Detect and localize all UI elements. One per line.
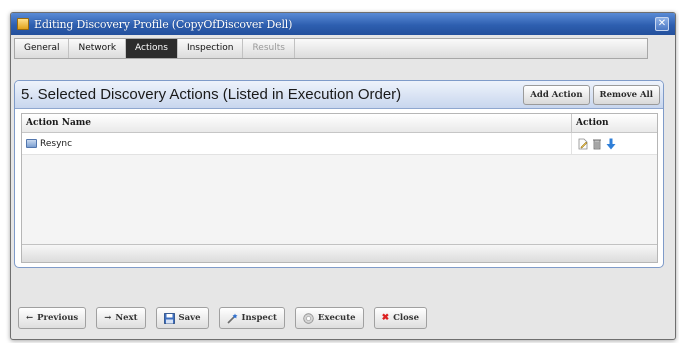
wand-icon	[226, 313, 238, 324]
window-title: Editing Discovery Profile (CopyOfDiscove…	[34, 17, 293, 31]
previous-label: Previous	[37, 313, 79, 323]
save-button[interactable]: Save	[155, 307, 209, 329]
remove-all-button[interactable]: Remove All	[592, 84, 660, 105]
row-actions	[572, 138, 657, 150]
window-close-icon[interactable]: ✕	[655, 17, 669, 31]
add-action-button[interactable]: Add Action	[523, 84, 590, 105]
tab-inspection[interactable]: Inspection	[178, 39, 244, 58]
tab-network[interactable]: Network	[69, 39, 127, 58]
delete-icon[interactable]	[592, 138, 602, 150]
selected-actions-panel: 5. Selected Discovery Actions (Listed in…	[14, 80, 664, 268]
inspect-label: Inspect	[241, 313, 277, 323]
close-button[interactable]: ✖ Close	[373, 307, 427, 329]
save-label: Save	[178, 313, 201, 323]
tab-bar: General Network Actions Inspection Resul…	[14, 38, 648, 59]
column-action[interactable]: Action	[572, 114, 657, 132]
edit-icon[interactable]	[578, 138, 588, 150]
actions-table: Action Name Action Resync	[21, 113, 658, 263]
close-label: Close	[393, 313, 419, 323]
panel-title: 5. Selected Discovery Actions (Listed in…	[21, 86, 402, 103]
execute-icon	[303, 312, 314, 324]
next-label: Next	[115, 313, 138, 323]
execute-label: Execute	[317, 313, 356, 323]
inspect-button[interactable]: Inspect	[218, 307, 285, 329]
next-button[interactable]: → Next	[96, 307, 146, 329]
title-bar[interactable]: Editing Discovery Profile (CopyOfDiscove…	[11, 13, 675, 35]
table-footer	[22, 244, 657, 262]
column-action-name[interactable]: Action Name	[22, 114, 572, 132]
tab-actions[interactable]: Actions	[126, 39, 178, 58]
save-icon	[163, 312, 175, 324]
arrow-right-icon: →	[104, 313, 112, 323]
arrow-left-icon: ←	[26, 313, 34, 323]
profile-icon	[17, 18, 29, 30]
table-header: Action Name Action	[22, 114, 657, 133]
wizard-button-bar: ← Previous → Next Save Inspect Execute ✖…	[18, 307, 427, 329]
tab-results[interactable]: Results	[243, 39, 295, 58]
previous-button[interactable]: ← Previous	[18, 307, 87, 329]
panel-header: 5. Selected Discovery Actions (Listed in…	[15, 81, 663, 109]
arrow-down-icon[interactable]	[606, 138, 616, 150]
action-name-label: Resync	[40, 138, 73, 149]
tab-general[interactable]: General	[15, 39, 70, 58]
execute-button[interactable]: Execute	[294, 307, 364, 329]
resync-icon	[26, 139, 37, 148]
action-name-cell: Resync	[22, 133, 572, 154]
table-row[interactable]: Resync	[22, 133, 657, 155]
close-icon: ✖	[381, 313, 390, 323]
